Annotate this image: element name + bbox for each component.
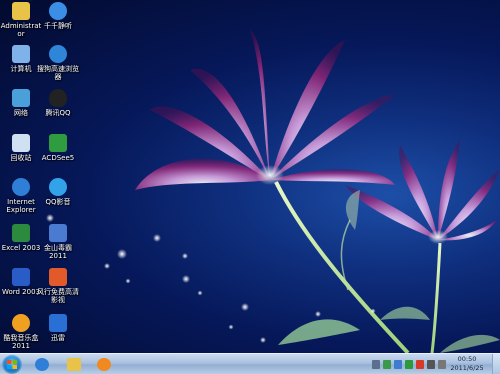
qianqian-player-icon (49, 2, 67, 20)
desktop-icon-recycle-bin[interactable]: 回收站 (0, 134, 42, 162)
icon-label: ACDSee5 (41, 154, 75, 162)
icon-label: Administrator (0, 22, 42, 38)
desktop-icon-internet-explorer[interactable]: Internet Explorer (0, 178, 42, 214)
desktop-icon-qq[interactable]: 腾讯QQ (37, 89, 79, 117)
icon-label: 风行免费高清影视 (37, 288, 79, 304)
taskbar: 00:50 2011/6/25 (0, 353, 500, 374)
clock-date: 2011/6/25 (450, 364, 484, 372)
desktop-icon-sogou[interactable]: 搜狗高速浏览器 (37, 45, 79, 81)
computer-icon (12, 45, 30, 63)
word-icon (12, 268, 30, 286)
kuwo-music-icon (12, 314, 30, 332)
icon-label: 金山毒霸2011 (44, 244, 72, 260)
tray-speaker-icon[interactable] (438, 360, 446, 369)
xunlei-icon (49, 314, 67, 332)
clock[interactable]: 00:50 2011/6/25 (447, 355, 487, 373)
desktop[interactable]: Administrator 千千静听 计算机 搜狗高速浏览器 网络 腾讯QQ 回… (0, 0, 500, 353)
sogou-browser-icon (49, 45, 67, 63)
desktop-icon-qq-video[interactable]: QQ影音 (37, 178, 79, 206)
icon-label: 酷我音乐盒2011 (3, 334, 39, 350)
icon-label: 迅雷 (51, 334, 65, 342)
icon-label: 腾讯QQ (45, 109, 71, 117)
network-icon (12, 89, 30, 107)
desktop-icon-jinshan[interactable]: 金山毒霸2011 (37, 224, 79, 260)
jinshan-antivirus-icon (49, 224, 67, 242)
desktop-icon-computer[interactable]: 计算机 (0, 45, 42, 73)
desktop-icon-xunlei[interactable]: 迅雷 (37, 314, 79, 342)
tray-network-icon[interactable] (383, 360, 391, 369)
folder-icon (12, 2, 30, 20)
folder-taskbar-icon (67, 358, 81, 371)
show-desktop-button[interactable] (492, 354, 500, 374)
desktop-icon-excel[interactable]: Excel 2003 (0, 224, 42, 252)
tray-green-icon[interactable] (405, 360, 413, 369)
media-player-taskbar-icon (97, 358, 111, 371)
recycle-bin-icon (12, 134, 30, 152)
qq-video-icon (49, 178, 67, 196)
tray-volume-icon[interactable] (427, 360, 435, 369)
desktop-icon-word[interactable]: Word 2003 (0, 268, 42, 296)
icon-label: Internet Explorer (6, 198, 36, 214)
ie-taskbar-icon (35, 358, 49, 371)
clock-time: 00:50 (457, 355, 477, 363)
desktop-icons: Administrator 千千静听 计算机 搜狗高速浏览器 网络 腾讯QQ 回… (0, 0, 90, 353)
baofeng-player-icon (49, 268, 67, 286)
acdsee-icon (49, 134, 67, 152)
icon-label: 网络 (14, 109, 28, 117)
desktop-icon-kuwo[interactable]: 酷我音乐盒2011 (0, 314, 42, 350)
desktop-icon-acdsee[interactable]: ACDSee5 (37, 134, 79, 162)
icon-label: Word 2003 (1, 288, 41, 296)
icon-label: 搜狗高速浏览器 (37, 65, 79, 81)
excel-icon (12, 224, 30, 242)
icon-label: 千千静听 (44, 22, 72, 30)
desktop-icon-qianqian[interactable]: 千千静听 (37, 2, 79, 30)
tray-action-center-icon[interactable] (394, 360, 402, 369)
desktop-icon-network[interactable]: 网络 (0, 89, 42, 117)
taskbar-explorer-button[interactable] (62, 356, 86, 373)
start-button[interactable] (2, 355, 22, 374)
icon-label: Excel 2003 (1, 244, 41, 252)
desktop-icon-administrator[interactable]: Administrator (0, 2, 42, 38)
tray-arrow-icon[interactable] (372, 360, 380, 369)
tencent-qq-icon (49, 89, 67, 107)
icon-label: 计算机 (10, 65, 32, 73)
windows-logo-icon (7, 360, 17, 369)
taskbar-ie-button[interactable] (30, 356, 54, 373)
tray-red-icon[interactable] (416, 360, 424, 369)
icon-label: QQ影音 (45, 198, 71, 206)
internet-explorer-icon (12, 178, 30, 196)
taskbar-media-player-button[interactable] (92, 356, 116, 373)
desktop-icon-fengxing[interactable]: 风行免费高清影视 (37, 268, 79, 304)
icon-label: 回收站 (10, 154, 32, 162)
